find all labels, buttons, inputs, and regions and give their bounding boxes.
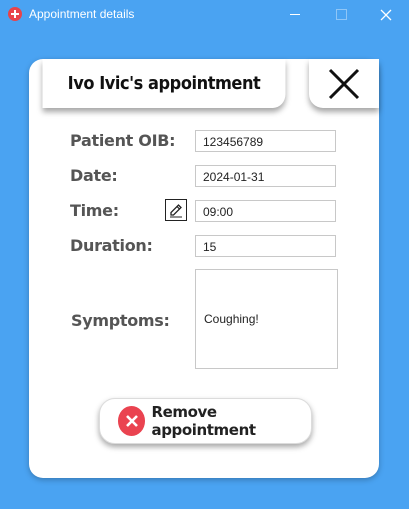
minimize-icon: [290, 14, 300, 15]
remove-appointment-label: Remove appointment: [151, 403, 256, 439]
symptoms-textarea[interactable]: Coughing!: [195, 269, 338, 369]
appointment-title: Ivo Ivic's appointment: [42, 59, 286, 108]
window-titlebar: Appointment details: [0, 0, 409, 29]
symptoms-text: Coughing!: [204, 312, 259, 326]
maximize-button[interactable]: [318, 0, 364, 29]
window-close-button[interactable]: [363, 0, 409, 29]
time-label: Time:: [70, 201, 119, 220]
window-title: Appointment details: [29, 7, 135, 21]
minimize-button[interactable]: [272, 0, 318, 29]
edit-icon: [170, 204, 182, 218]
oib-label: Patient OIB:: [70, 131, 176, 150]
close-button[interactable]: [309, 59, 379, 108]
red-cross-icon: [8, 7, 22, 21]
symptoms-label: Symptoms:: [71, 311, 170, 330]
duration-label: Duration:: [70, 236, 153, 255]
remove-x-circle-icon: [118, 406, 146, 436]
oib-field[interactable]: 123456789: [195, 130, 336, 152]
date-field[interactable]: 2024-01-31: [195, 165, 336, 187]
date-label: Date:: [70, 166, 118, 185]
close-x-icon: [328, 68, 360, 99]
remove-appointment-button[interactable]: Remove appointment: [99, 398, 312, 444]
time-field[interactable]: 09:00: [195, 200, 336, 222]
edit-time-button[interactable]: [165, 199, 187, 221]
maximize-icon: [335, 9, 347, 20]
duration-field[interactable]: 15: [195, 235, 336, 257]
close-icon: [380, 9, 392, 20]
